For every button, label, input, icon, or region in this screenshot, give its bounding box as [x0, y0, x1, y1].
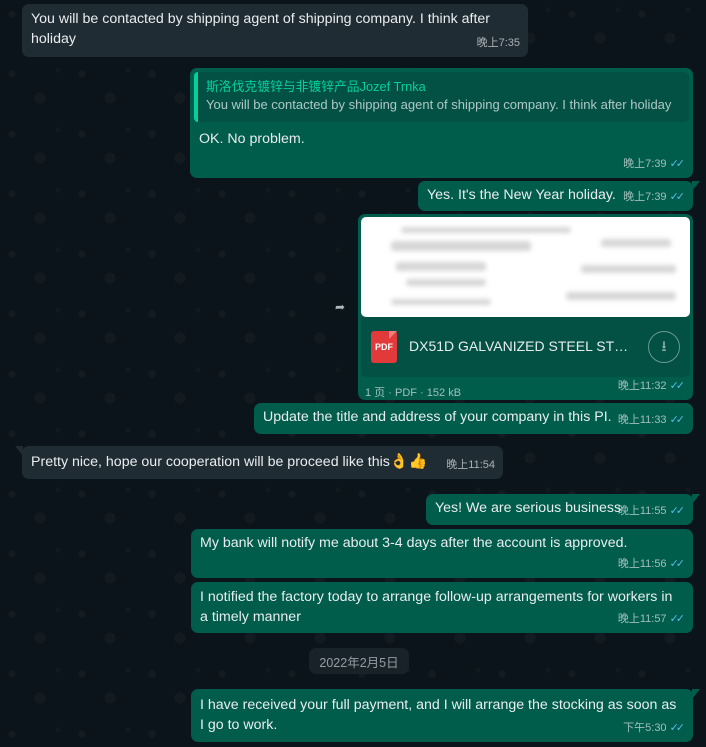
message-time: 晚上11:32	[617, 379, 667, 392]
document-type: PDF	[394, 387, 417, 399]
double-check-icon: ✓✓	[669, 190, 686, 203]
message-time: 晚上7:39	[623, 157, 667, 170]
double-check-icon: ✓✓	[669, 379, 686, 392]
message-time: 下午5:30	[623, 721, 667, 734]
message-meta: 晚上11:33 ✓✓	[618, 411, 685, 431]
document-pages: 1 页	[365, 387, 386, 399]
quote-author: 斯洛伐克镀锌与非镀锌产品Jozef Trnka	[206, 79, 426, 94]
message-document[interactable]: PDF DX51D GALVANIZED STEEL STRI... ⭳ 1 页…	[358, 214, 693, 400]
emoji: 👌👍	[389, 453, 428, 470]
message-outgoing[interactable]: Yes. It's the New Year holiday. 晚上7:39 ✓…	[418, 181, 700, 211]
message-time: 晚上7:39	[623, 190, 667, 203]
message-time: 晚上11:56	[617, 557, 667, 570]
message-time: 晚上11:54	[446, 458, 495, 471]
document-preview[interactable]	[361, 217, 690, 317]
pdf-file-icon: PDF	[371, 331, 397, 363]
document-size: 152 kB	[426, 387, 462, 399]
double-check-icon: ✓✓	[669, 557, 686, 570]
message-incoming[interactable]: Pretty nice, hope our cooperation will b…	[15, 446, 503, 479]
message-time: 晚上11:55	[617, 504, 667, 517]
download-icon[interactable]: ⭳	[648, 331, 680, 363]
message-text: Pretty nice, hope our cooperation will b…	[31, 453, 428, 470]
forward-icon[interactable]: ➦	[328, 295, 352, 319]
message-meta: 晚上11:32 ✓✓	[618, 377, 685, 397]
message-text: OK. No problem.	[199, 131, 305, 147]
message-text: I notified the factory today to arrange …	[200, 589, 673, 625]
message-outgoing-reply[interactable]: 斯洛伐克镀锌与非镀锌产品Jozef Trnka You will be cont…	[190, 68, 693, 178]
message-time: 晚上7:35	[476, 36, 520, 49]
message-meta: 晚上7:39 ✓✓	[623, 188, 685, 208]
message-text: My bank will notify me about 3-4 days af…	[200, 535, 628, 551]
double-check-icon: ✓✓	[669, 504, 686, 517]
message-meta: 晚上11:55 ✓✓	[618, 502, 685, 522]
message-outgoing[interactable]: My bank will notify me about 3-4 days af…	[191, 529, 693, 578]
date-separator: 2022年2月5日	[309, 648, 409, 674]
double-check-icon: ✓✓	[669, 721, 686, 734]
quoted-message[interactable]: 斯洛伐克镀锌与非镀锌产品Jozef Trnka You will be cont…	[194, 72, 689, 122]
message-meta: 晚上11:57 ✓✓	[618, 610, 685, 630]
message-text: You will be contacted by shipping agent …	[31, 11, 491, 47]
document-file-row[interactable]: PDF DX51D GALVANIZED STEEL STRI... ⭳	[361, 317, 690, 377]
message-outgoing[interactable]: I notified the factory today to arrange …	[191, 582, 693, 633]
message-outgoing[interactable]: I have received your full payment, and I…	[191, 689, 700, 742]
quote-text: You will be contacted by shipping agent …	[206, 97, 672, 112]
message-time: 晚上11:57	[617, 612, 667, 625]
message-meta: 晚上7:39 ✓✓	[623, 155, 685, 175]
double-check-icon: ✓✓	[669, 413, 686, 426]
double-check-icon: ✓✓	[669, 612, 686, 625]
message-meta: 晚上11:54	[446, 456, 495, 476]
document-name: DX51D GALVANIZED STEEL STRI...	[409, 338, 636, 355]
message-text: I have received your full payment, and I…	[200, 697, 677, 733]
message-incoming[interactable]: You will be contacted by shipping agent …	[22, 4, 528, 57]
message-meta: 下午5:30 ✓✓	[623, 719, 685, 739]
message-meta: 晚上11:56 ✓✓	[618, 555, 685, 575]
message-meta: 晚上7:35	[477, 34, 520, 54]
double-check-icon: ✓✓	[669, 157, 686, 170]
message-time: 晚上11:33	[617, 413, 667, 426]
message-outgoing[interactable]: Yes! We are serious business 晚上11:55 ✓✓	[426, 494, 700, 525]
message-outgoing[interactable]: Update the title and address of your com…	[254, 403, 693, 434]
